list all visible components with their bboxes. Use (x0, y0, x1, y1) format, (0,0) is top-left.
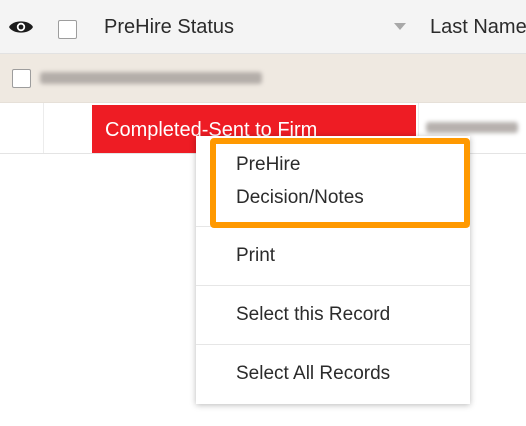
menu-item-label: PreHire (236, 154, 301, 175)
select-all-checkbox[interactable] (58, 20, 77, 39)
eye-icon[interactable] (8, 18, 34, 36)
caret-down-icon[interactable] (394, 23, 406, 30)
redacted-group-label (40, 72, 262, 84)
menu-item-prehire-decision-notes[interactable]: PreHire Decision/Notes (196, 136, 470, 226)
menu-item-label: Select All Records (236, 363, 391, 384)
cell-divider (43, 103, 44, 153)
menu-item-label: Decision/Notes (236, 187, 364, 208)
redacted-last-name (426, 122, 518, 133)
table-header: PreHire Status Last Name (0, 0, 526, 54)
menu-item-print[interactable]: Print (196, 226, 470, 285)
menu-item-label: Print (236, 245, 276, 266)
column-header-prehire-status[interactable]: PreHire Status (104, 16, 234, 39)
group-row[interactable] (0, 54, 526, 103)
group-row-checkbox[interactable] (12, 69, 31, 88)
column-header-last-name[interactable]: Last Name (430, 16, 526, 39)
menu-item-select-all-records[interactable]: Select All Records (196, 344, 470, 403)
context-menu: PreHire Decision/Notes Print Select this… (196, 136, 470, 404)
menu-item-select-this-record[interactable]: Select this Record (196, 285, 470, 344)
menu-item-label: Select this Record (236, 304, 391, 325)
